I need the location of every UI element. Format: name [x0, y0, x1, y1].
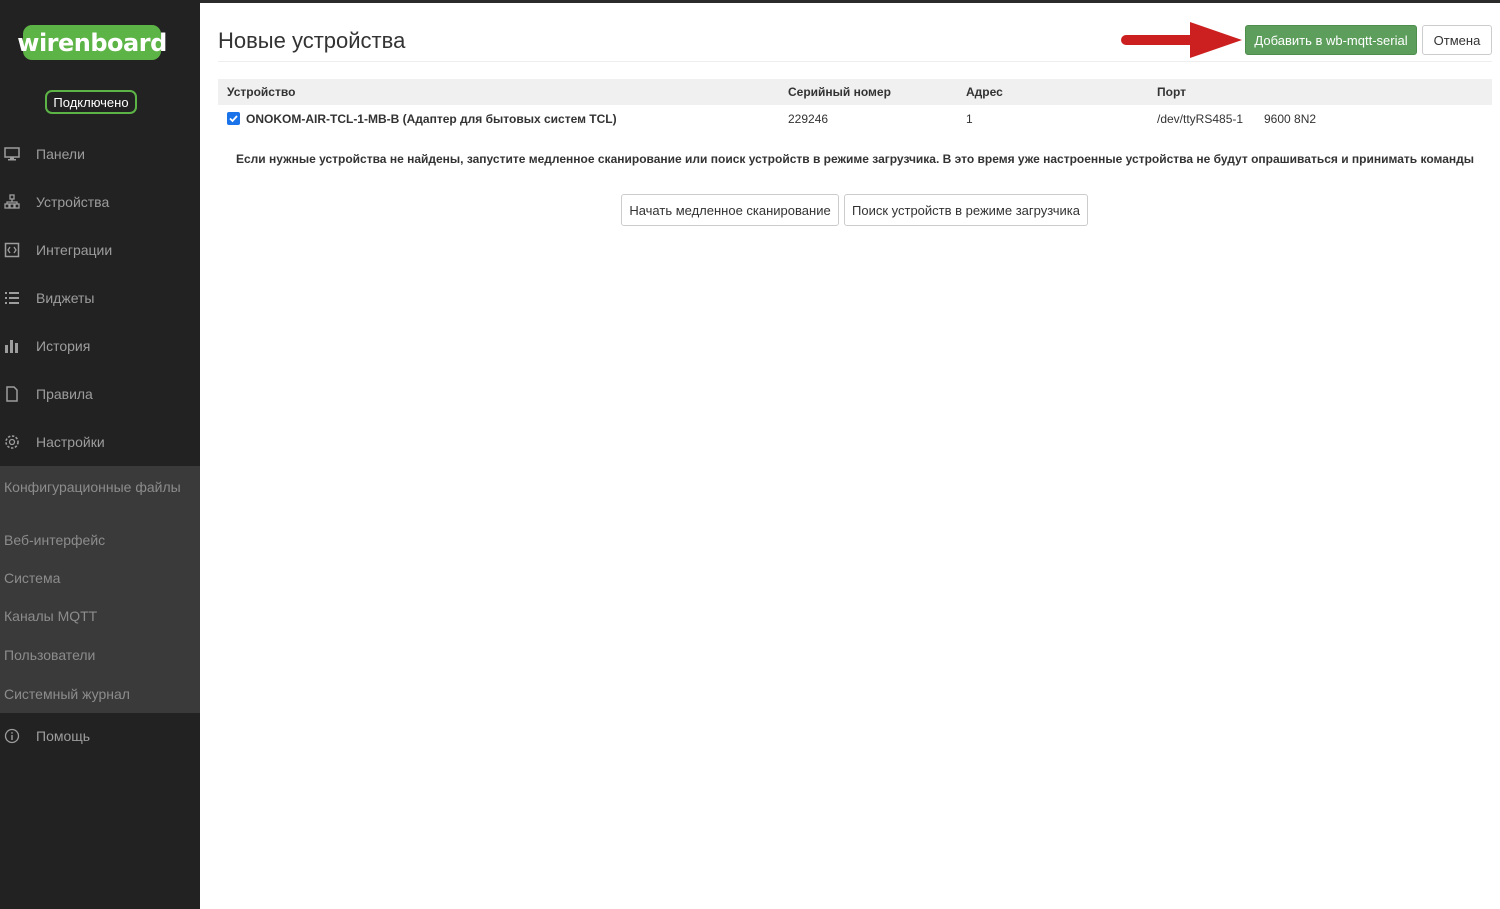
- devices-icon: [4, 194, 20, 210]
- sidebar-item-label: Устройства: [36, 194, 110, 210]
- checkmark-icon: [229, 115, 238, 123]
- slow-scan-button[interactable]: Начать медленное сканирование: [621, 194, 839, 226]
- device-checkbox[interactable]: [227, 112, 240, 125]
- sidebar-item-rules[interactable]: Правила: [0, 374, 200, 414]
- red-arrow-annotation: [1121, 22, 1242, 58]
- sidebar-item-panels[interactable]: Панели: [0, 134, 200, 174]
- connection-status-badge: Подключено: [45, 90, 137, 114]
- device-address: 1: [966, 112, 973, 126]
- device-name: ONOKOM-AIR-TCL-1-MB-B (Адаптер для бытов…: [246, 112, 617, 126]
- sidebar-item-label: Виджеты: [36, 290, 95, 306]
- page-title: Новые устройства: [218, 28, 406, 53]
- sidebar-item-label: Настройки: [36, 434, 105, 450]
- sidebar-item-label: Правила: [36, 386, 93, 402]
- column-header-device: Устройство: [227, 85, 296, 99]
- sidebar-item-label: История: [36, 338, 91, 354]
- sidebar-item-label: Панели: [36, 146, 85, 162]
- submenu-item-users[interactable]: Пользователи: [4, 647, 184, 663]
- wirenboard-logo[interactable]: wirenboard: [17, 25, 167, 60]
- top-border: [0, 0, 1500, 3]
- add-to-wb-mqtt-serial-button[interactable]: Добавить в wb-mqtt-serial: [1245, 25, 1417, 55]
- sidebar-item-integrations[interactable]: Интеграции: [0, 230, 200, 270]
- info-icon: [4, 728, 20, 744]
- sidebar-item-settings[interactable]: Настройки: [0, 422, 200, 462]
- sidebar-item-widgets[interactable]: Виджеты: [0, 278, 200, 318]
- device-serial: 229246: [788, 112, 829, 126]
- integrations-icon: [4, 242, 20, 258]
- sidebar-item-devices[interactable]: Устройства: [0, 182, 200, 222]
- table-header: Устройство Серийный номер Адрес Порт: [218, 79, 1492, 105]
- column-header-serial: Серийный номер: [788, 85, 891, 99]
- column-header-address: Адрес: [966, 85, 1003, 99]
- bar-chart-icon: [4, 338, 20, 354]
- submenu-item-config-files[interactable]: Конфигурационные файлы: [4, 479, 184, 495]
- submenu-item-system[interactable]: Система: [4, 570, 184, 586]
- list-icon: [4, 290, 20, 306]
- title-divider: [218, 61, 1492, 62]
- bootloader-scan-button[interactable]: Поиск устройств в режиме загрузчика: [844, 194, 1088, 226]
- column-header-port: Порт: [1157, 85, 1187, 99]
- device-port: /dev/ttyRS485-1: [1157, 112, 1244, 126]
- file-icon: [4, 386, 20, 402]
- scan-notice: Если нужные устройства не найдены, запус…: [235, 152, 1474, 166]
- settings-submenu: Конфигурационные файлы Веб-интерфейс Сис…: [0, 466, 200, 713]
- devices-table: Устройство Серийный номер Адрес Порт ONO…: [218, 79, 1492, 133]
- sidebar-item-help[interactable]: Помощь: [0, 716, 200, 756]
- table-row: ONOKOM-AIR-TCL-1-MB-B (Адаптер для бытов…: [218, 105, 1492, 133]
- monitor-icon: [4, 146, 20, 162]
- submenu-item-system-log[interactable]: Системный журнал: [4, 686, 184, 702]
- sidebar: wirenboard Подключено Панели Устройства …: [0, 0, 200, 909]
- submenu-item-mqtt-channels[interactable]: Каналы MQTT: [4, 608, 184, 624]
- device-port-settings: 9600 8N2: [1264, 112, 1317, 126]
- cancel-button[interactable]: Отмена: [1422, 25, 1492, 55]
- sidebar-item-label: Помощь: [36, 728, 91, 744]
- submenu-item-web-ui[interactable]: Веб-интерфейс: [4, 532, 184, 548]
- sidebar-item-label: Интеграции: [36, 242, 113, 258]
- gear-icon: [4, 434, 20, 450]
- sidebar-item-history[interactable]: История: [0, 326, 200, 366]
